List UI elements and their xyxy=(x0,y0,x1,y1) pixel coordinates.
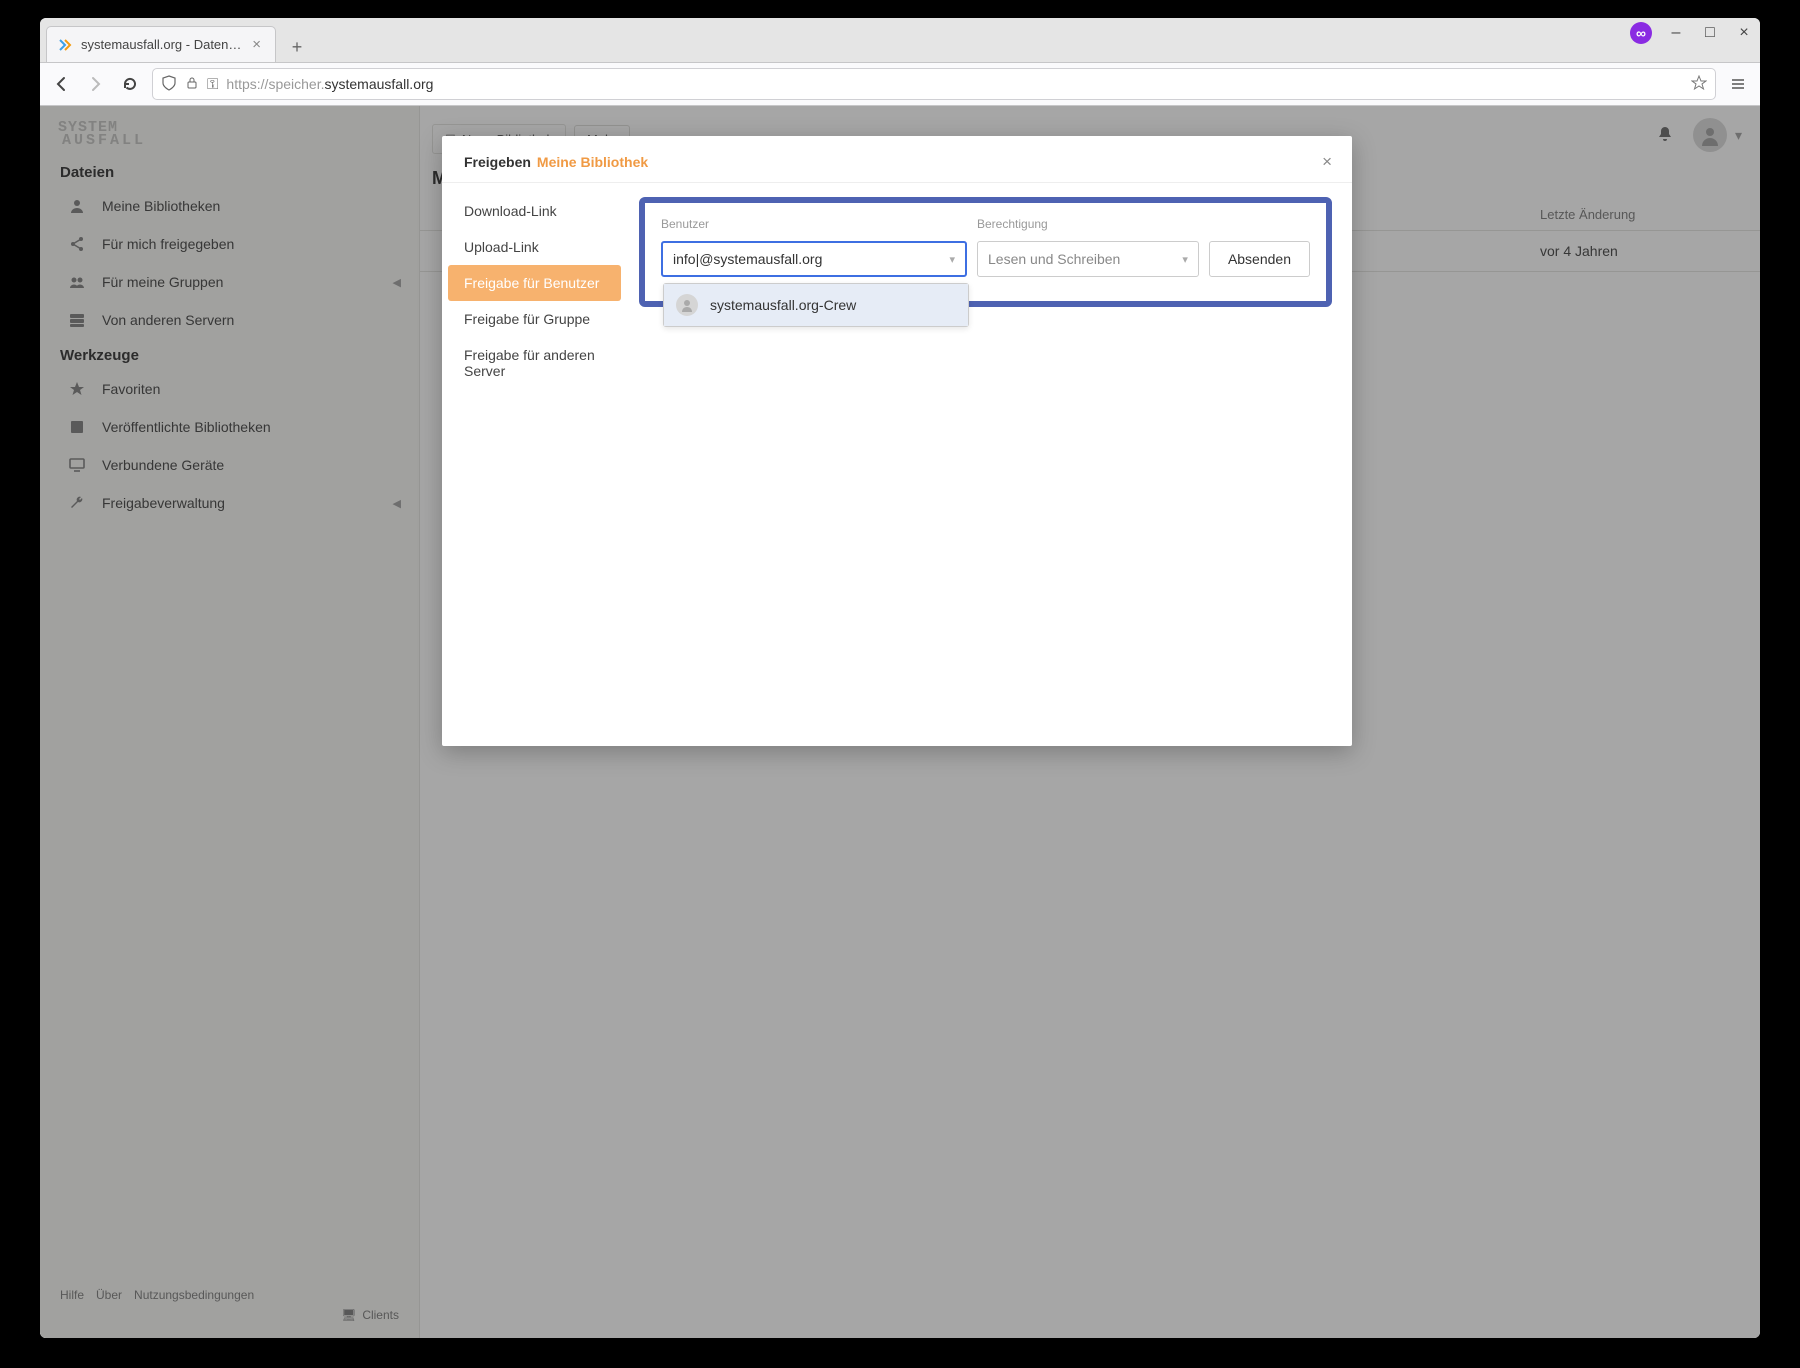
label-permission: Berechtigung xyxy=(977,217,1310,231)
chevron-down-icon: ▾ xyxy=(1182,253,1188,266)
nav-upload-link[interactable]: Upload-Link xyxy=(448,229,621,265)
back-button[interactable] xyxy=(50,72,74,96)
browser-toolbar: ⚿ https://speicher.systemausfall.org xyxy=(40,62,1760,106)
tab-title: systemausfall.org - Daten… xyxy=(81,37,244,52)
tab-favicon-icon xyxy=(57,37,73,53)
browser-tab[interactable]: systemausfall.org - Daten… × xyxy=(46,26,276,62)
url-text: https://speicher.systemausfall.org xyxy=(226,76,433,92)
share-dialog: Freigeben Meine Bibliothek × Download-Li… xyxy=(442,136,1352,746)
shield-icon xyxy=(161,75,177,94)
label-user: Benutzer xyxy=(661,217,977,231)
reload-button[interactable] xyxy=(118,72,142,96)
window-close-button[interactable]: × xyxy=(1734,24,1754,42)
user-value: info|@systemausfall.org xyxy=(673,251,822,267)
window-minimize-button[interactable]: – xyxy=(1666,24,1686,42)
key-icon: ⚿ xyxy=(207,76,218,93)
nav-share-user[interactable]: Freigabe für Benutzer xyxy=(448,265,621,301)
window-maximize-button[interactable]: □ xyxy=(1700,24,1720,42)
new-tab-button[interactable]: + xyxy=(282,32,312,62)
user-dropdown: systemausfall.org-Crew xyxy=(663,283,969,327)
chevron-down-icon: ▾ xyxy=(949,253,955,266)
lock-icon xyxy=(185,76,199,93)
submit-button[interactable]: Absenden xyxy=(1209,241,1310,277)
highlighted-region: Benutzer Berechtigung info|@systemausfal… xyxy=(639,197,1332,307)
dialog-title-accent: Meine Bibliothek xyxy=(537,154,648,170)
permission-value: Lesen und Schreiben xyxy=(988,251,1120,267)
dialog-title-prefix: Freigeben xyxy=(464,154,531,170)
firefox-account-icon[interactable]: ∞ xyxy=(1630,22,1652,44)
dropdown-option-label: systemausfall.org-Crew xyxy=(710,297,856,313)
tab-close-icon[interactable]: × xyxy=(252,37,261,52)
permission-select[interactable]: Lesen und Schreiben ▾ xyxy=(977,241,1199,277)
dialog-nav: Download-Link Upload-Link Freigabe für B… xyxy=(442,183,627,746)
nav-share-server[interactable]: Freigabe für anderen Server xyxy=(448,337,621,389)
dialog-close-button[interactable]: × xyxy=(1322,152,1332,172)
user-select-input[interactable]: info|@systemausfall.org ▾ systemausfall.… xyxy=(661,241,967,277)
avatar-icon xyxy=(676,294,698,316)
bookmark-star-icon[interactable] xyxy=(1691,75,1707,94)
nav-download-link[interactable]: Download-Link xyxy=(448,193,621,229)
url-bar[interactable]: ⚿ https://speicher.systemausfall.org xyxy=(152,68,1716,100)
nav-share-group[interactable]: Freigabe für Gruppe xyxy=(448,301,621,337)
button-label: Absenden xyxy=(1228,251,1291,267)
browser-menu-button[interactable] xyxy=(1726,72,1750,96)
forward-button[interactable] xyxy=(84,72,108,96)
browser-tabstrip: systemausfall.org - Daten… × + ∞ – □ × xyxy=(40,18,1760,62)
dropdown-option[interactable]: systemausfall.org-Crew xyxy=(664,284,968,326)
